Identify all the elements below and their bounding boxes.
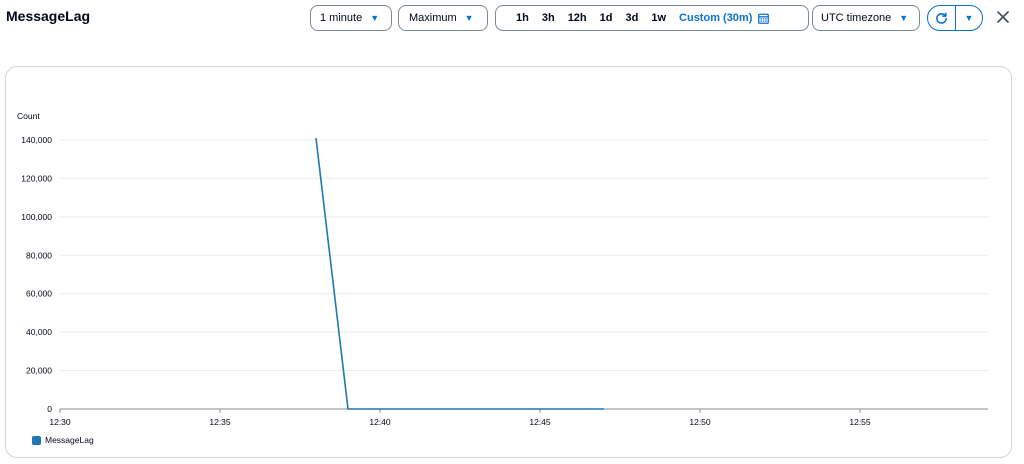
data-point[interactable] bbox=[409, 406, 415, 412]
data-point[interactable] bbox=[377, 406, 383, 412]
y-tick-label: 120,000 bbox=[21, 173, 52, 183]
data-point[interactable] bbox=[473, 406, 479, 412]
x-tick-label: 12:30 bbox=[49, 417, 71, 427]
y-tick-label: 0 bbox=[47, 404, 52, 414]
y-tick-label: 60,000 bbox=[26, 289, 52, 299]
data-point[interactable] bbox=[313, 135, 319, 141]
legend-swatch bbox=[32, 435, 41, 445]
y-axis-label: Count bbox=[17, 111, 40, 121]
x-tick-label: 12:55 bbox=[849, 417, 871, 427]
data-point[interactable] bbox=[441, 406, 447, 412]
legend-label: MessageLag bbox=[45, 435, 94, 445]
x-tick-label: 12:50 bbox=[689, 417, 711, 427]
y-tick-label: 40,000 bbox=[26, 327, 52, 337]
y-tick-label: 100,000 bbox=[21, 212, 52, 222]
data-point[interactable] bbox=[601, 406, 607, 412]
chart-legend[interactable]: MessageLag bbox=[32, 435, 94, 445]
x-tick-label: 12:45 bbox=[529, 417, 551, 427]
data-point[interactable] bbox=[537, 406, 543, 412]
y-tick-label: 80,000 bbox=[26, 250, 52, 260]
line-chart: 0 20,000 40,000 60,000 80,000 100,000 120,000 1… bbox=[17, 111, 988, 427]
data-point[interactable] bbox=[505, 406, 511, 412]
y-tick-label: 20,000 bbox=[26, 366, 52, 376]
y-tick-label: 140,000 bbox=[21, 135, 52, 145]
x-tick-label: 12:40 bbox=[369, 417, 391, 427]
metric-widget: MessageLag 1 minute ▼ Maximum ▼ 1h 3h 12… bbox=[0, 0, 1024, 464]
data-point[interactable] bbox=[569, 406, 575, 412]
data-point[interactable] bbox=[345, 406, 351, 412]
x-tick-label: 12:35 bbox=[209, 417, 231, 427]
